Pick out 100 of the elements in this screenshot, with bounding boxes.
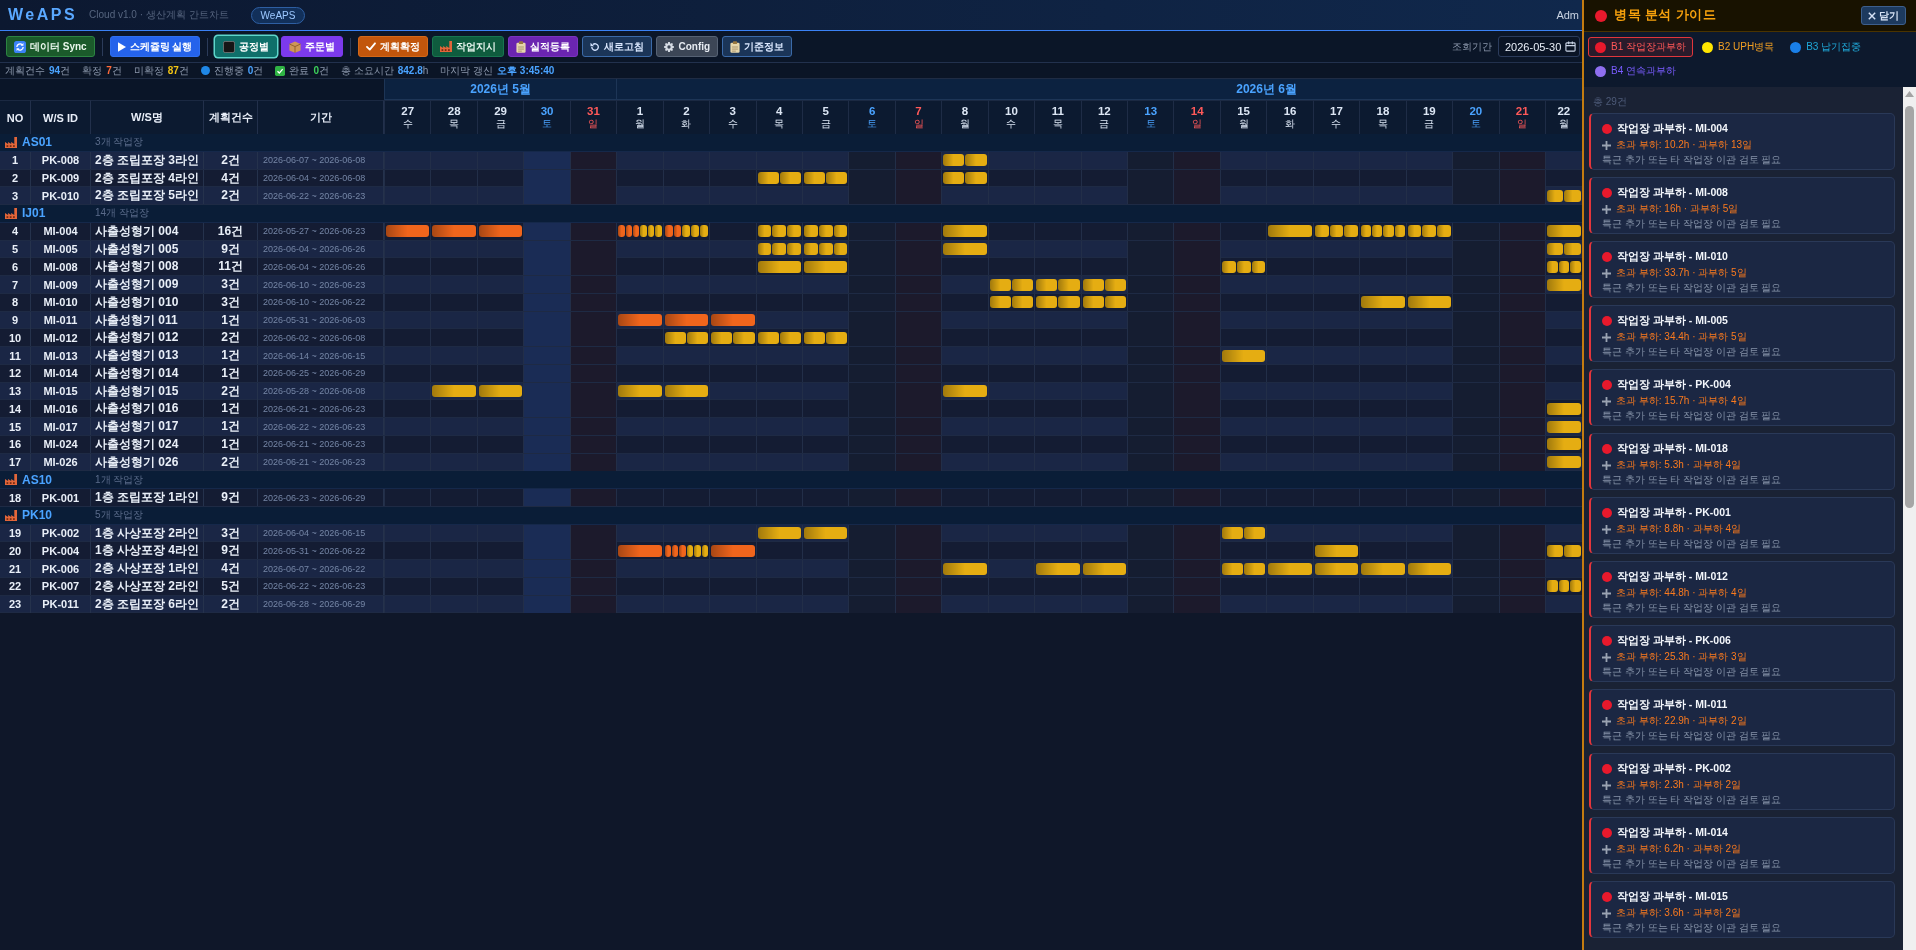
run-schedule-button[interactable]: 스케쥴링 실행	[109, 36, 201, 57]
task-bar[interactable]	[772, 243, 787, 255]
bottleneck-card[interactable]: 작업장 과부하 - PK-004 초과 부하: 15.7h · 과부하 4일 특근 추가 또는 타 작업장 이관 검토 필요	[1589, 369, 1895, 426]
task-bar[interactable]	[1546, 438, 1581, 451]
task-bar[interactable]	[1082, 296, 1104, 309]
task-bar[interactable]	[647, 225, 655, 238]
task-bar[interactable]	[803, 243, 818, 255]
task-bar[interactable]	[1314, 562, 1359, 575]
task-bar[interactable]	[1082, 278, 1104, 291]
task-bar[interactable]	[1058, 296, 1080, 309]
bottleneck-card[interactable]: 작업장 과부하 - MI-014 초과 부하: 6.2h · 과부하 2일 특근 추가 또는 타 작업장 이관 검토 필요	[1589, 817, 1895, 874]
task-bar[interactable]	[1558, 580, 1570, 593]
task-bar[interactable]	[1564, 189, 1581, 202]
task-bar[interactable]	[1372, 225, 1383, 238]
task-bar[interactable]	[664, 544, 672, 557]
task-bar[interactable]	[1394, 225, 1405, 238]
task-bar[interactable]	[833, 243, 848, 255]
task-bar[interactable]	[787, 225, 801, 238]
task-bar[interactable]	[686, 544, 694, 557]
task-bar[interactable]	[1407, 296, 1452, 309]
task-bar[interactable]	[757, 260, 801, 273]
task-bar[interactable]	[1104, 278, 1126, 291]
task-bar[interactable]	[818, 225, 833, 238]
task-bar[interactable]	[386, 225, 430, 238]
task-bar[interactable]	[1244, 562, 1266, 575]
close-button[interactable]: 닫기	[1861, 6, 1906, 25]
task-bar[interactable]	[757, 225, 772, 238]
task-bar[interactable]	[711, 331, 733, 344]
user-name[interactable]: Adm	[1556, 9, 1579, 21]
bottleneck-card[interactable]: 작업장 과부하 - MI-005 초과 부하: 34.4h · 과부하 5일 특근 추가 또는 타 작업장 이관 검토 필요	[1589, 305, 1895, 362]
task-bar[interactable]	[1058, 278, 1080, 291]
task-bar[interactable]	[1546, 260, 1558, 273]
task-bar[interactable]	[1407, 562, 1452, 575]
scrollbar[interactable]	[1903, 87, 1916, 950]
task-bar[interactable]	[672, 544, 679, 557]
bottleneck-card[interactable]: 작업장 과부하 - MI-018 초과 부하: 5.3h · 과부하 4일 특근 추가 또는 타 작업장 이관 검토 필요	[1589, 433, 1895, 490]
task-bar[interactable]	[779, 172, 801, 184]
task-bar[interactable]	[826, 331, 848, 344]
task-bar[interactable]	[1361, 562, 1405, 575]
task-bar[interactable]	[1221, 562, 1244, 575]
record-results-button[interactable]: 실적등록	[508, 36, 579, 57]
task-bar[interactable]	[664, 314, 709, 326]
task-bar[interactable]	[1546, 243, 1564, 255]
task-bar[interactable]	[1546, 225, 1581, 238]
bottleneck-card[interactable]: 작업장 과부하 - MI-008 초과 부하: 16h · 과부하 5일 특근 추가 또는 타 작업장 이관 검토 필요	[1589, 177, 1895, 234]
task-bar[interactable]	[1221, 349, 1266, 362]
task-bar[interactable]	[625, 225, 632, 238]
task-bar[interactable]	[943, 562, 987, 575]
task-bar[interactable]	[1329, 225, 1344, 238]
task-bar[interactable]	[1011, 278, 1034, 291]
task-bar[interactable]	[1268, 225, 1312, 238]
bottleneck-card[interactable]: 작업장 과부하 - MI-011 초과 부하: 22.9h · 과부하 2일 특근 추가 또는 타 작업장 이관 검토 필요	[1589, 689, 1895, 746]
task-bar[interactable]	[965, 154, 987, 167]
task-bar[interactable]	[1344, 225, 1359, 238]
config-button[interactable]: Config	[656, 36, 719, 57]
refresh-button[interactable]: 새로고침	[582, 36, 653, 57]
task-bar[interactable]	[664, 385, 709, 397]
bottleneck-card[interactable]: 작업장 과부하 - PK-001 초과 부하: 8.8h · 과부하 4일 특근 추가 또는 타 작업장 이관 검토 필요	[1589, 497, 1895, 554]
task-bar[interactable]	[1546, 456, 1581, 468]
task-bar[interactable]	[618, 544, 662, 557]
task-bar[interactable]	[664, 225, 673, 238]
task-bar[interactable]	[633, 225, 640, 238]
bottleneck-card[interactable]: 작업장 과부하 - PK-006 초과 부하: 25.3h · 과부하 3일 특근 추가 또는 타 작업장 이관 검토 필요	[1589, 625, 1895, 682]
task-bar[interactable]	[787, 243, 801, 255]
task-bar[interactable]	[1104, 296, 1126, 309]
task-bar[interactable]	[1546, 580, 1558, 593]
task-bar[interactable]	[1221, 527, 1244, 539]
order-view-tab[interactable]: 주문별	[281, 36, 344, 57]
task-bar[interactable]	[1036, 562, 1080, 575]
legend-filter-tab[interactable]: B3 납기집중	[1783, 37, 1869, 57]
task-bar[interactable]	[1082, 562, 1126, 575]
task-bar[interactable]	[679, 544, 686, 557]
task-bar[interactable]	[1361, 225, 1372, 238]
task-bar[interactable]	[1268, 562, 1312, 575]
legend-filter-tab[interactable]: B1 작업장과부하	[1588, 37, 1693, 57]
master-data-button[interactable]: 기준정보	[722, 36, 793, 57]
task-bar[interactable]	[1437, 225, 1452, 238]
task-bar[interactable]	[1383, 225, 1394, 238]
task-bar[interactable]	[1546, 544, 1564, 557]
task-bar[interactable]	[1221, 260, 1236, 273]
task-bar[interactable]	[943, 154, 965, 167]
task-bar[interactable]	[989, 296, 1011, 309]
work-order-button[interactable]: 작업지시	[432, 36, 505, 57]
task-bar[interactable]	[1236, 260, 1251, 273]
task-bar[interactable]	[1546, 189, 1564, 202]
task-bar[interactable]	[772, 225, 787, 238]
task-bar[interactable]	[1314, 225, 1329, 238]
task-bar[interactable]	[700, 225, 709, 238]
task-bar[interactable]	[711, 544, 755, 557]
task-bar[interactable]	[1570, 260, 1581, 273]
task-bar[interactable]	[803, 260, 848, 273]
task-bar[interactable]	[757, 527, 801, 539]
task-bar[interactable]	[1564, 544, 1581, 557]
task-bar[interactable]	[691, 225, 700, 238]
bottleneck-card[interactable]: 작업장 과부하 - MI-010 초과 부하: 33.7h · 과부하 5일 특근 추가 또는 타 작업장 이관 검토 필요	[1589, 241, 1895, 298]
task-bar[interactable]	[1036, 278, 1058, 291]
task-bar[interactable]	[478, 385, 523, 397]
task-bar[interactable]	[1546, 278, 1581, 291]
task-bar[interactable]	[694, 544, 701, 557]
task-bar[interactable]	[943, 172, 965, 184]
